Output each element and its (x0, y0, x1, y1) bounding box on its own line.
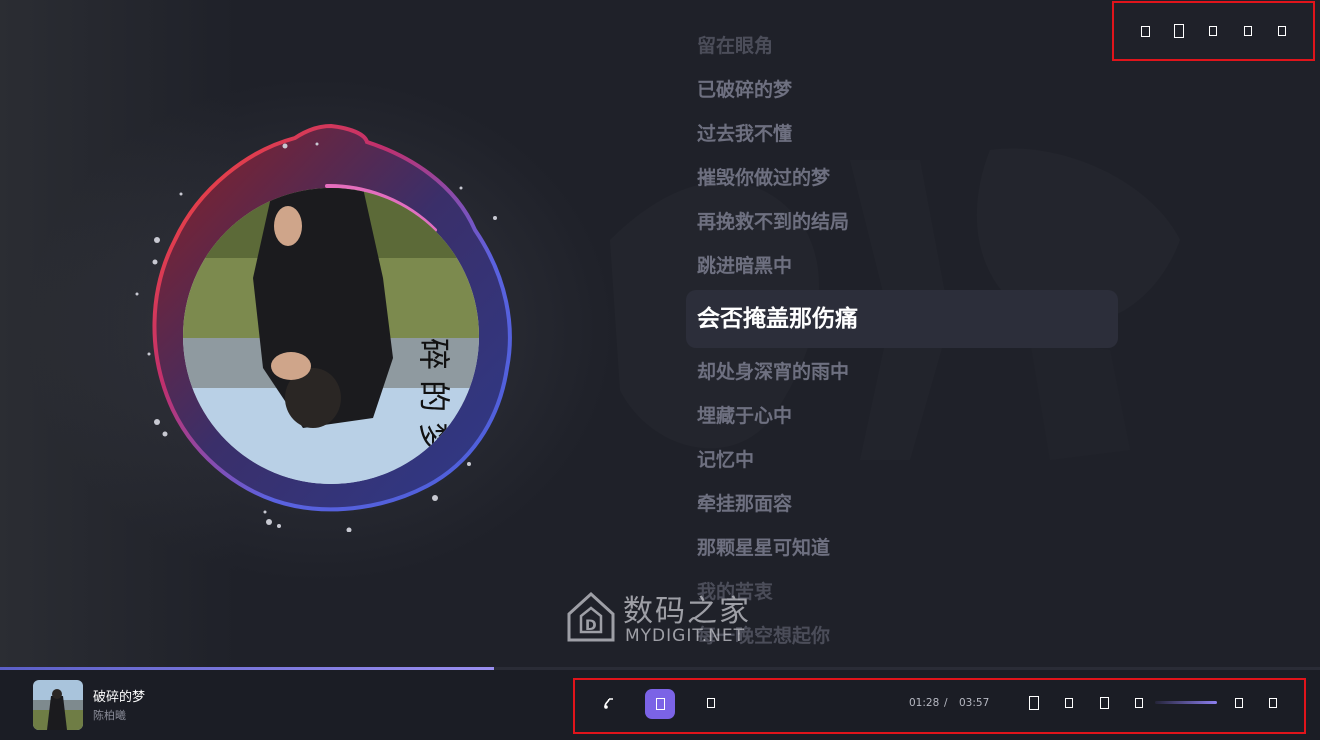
lyric-line[interactable]: 已破碎的梦 (686, 68, 1118, 112)
volume-icon (1135, 698, 1143, 708)
play-button[interactable] (645, 689, 675, 719)
watermark-house-icon: D (567, 591, 615, 642)
time-separator: / (944, 697, 948, 709)
lyrics-icon[interactable] (601, 695, 617, 711)
album-cover: 碎 的 梦 (183, 188, 479, 484)
album-cover-art: 碎 的 梦 (183, 188, 479, 484)
playlist-button[interactable] (1095, 694, 1113, 712)
svg-text:D: D (585, 618, 597, 634)
next-icon (707, 698, 715, 708)
duration: 03:57 (959, 697, 990, 709)
lyrics-panel: 留在眼角 已破碎的梦 过去我不懂 摧毁你做过的梦 再挽救不到的结局 跳进暗黑中 … (686, 24, 1118, 664)
thumbnail-art (33, 680, 83, 730)
more-button[interactable] (1265, 695, 1281, 711)
lyric-line[interactable]: 却处身深宵的雨中 (686, 350, 1118, 394)
svg-text:碎 的 梦: 碎 的 梦 (415, 338, 453, 454)
minimize-icon[interactable] (1204, 22, 1222, 40)
loop-icon (1065, 698, 1073, 708)
watermark-logo: D 数码之家 MYDIGIT.NET (565, 590, 765, 646)
lyric-line[interactable]: 牵挂那面容 (686, 482, 1118, 526)
watermark-title: 数码之家 (623, 594, 751, 629)
maximize-icon[interactable] (1239, 22, 1257, 40)
volume-slider[interactable] (1155, 701, 1217, 704)
lyric-line[interactable]: 过去我不懂 (686, 112, 1118, 156)
watermark-subtitle: MYDIGIT.NET (625, 626, 745, 646)
settings-icon (1235, 698, 1243, 708)
next-button[interactable] (703, 695, 719, 711)
more-icon (1269, 698, 1277, 708)
mini-player-icon[interactable] (1136, 22, 1154, 40)
now-playing-thumbnail[interactable] (33, 680, 83, 730)
lyric-line[interactable]: 那颗星星可知道 (686, 526, 1118, 570)
lyric-line[interactable]: 再挽救不到的结局 (686, 200, 1118, 244)
lyric-line[interactable]: 摧毁你做过的梦 (686, 156, 1118, 200)
lyric-line[interactable]: 埋藏于心中 (686, 394, 1118, 438)
loop-button[interactable] (1061, 695, 1077, 711)
lyric-line-active[interactable]: 会否掩盖那伤痛 (686, 290, 1118, 348)
favorite-icon (1029, 696, 1039, 710)
now-playing-title[interactable]: 破碎的梦 (93, 686, 145, 705)
fullscreen-icon[interactable] (1170, 22, 1188, 40)
playback-controls: 01:28 / 03:57 (573, 678, 1306, 734)
volume-button[interactable] (1131, 695, 1147, 711)
player-bar: 破碎的梦 陈柏曦 01:28 / 03:57 (0, 670, 1320, 740)
close-icon[interactable] (1273, 22, 1291, 40)
favorite-button[interactable] (1025, 694, 1043, 712)
lyric-line[interactable]: 留在眼角 (686, 24, 1118, 68)
settings-button[interactable] (1231, 695, 1247, 711)
play-icon (655, 698, 665, 710)
current-time: 01:28 (909, 697, 940, 709)
lyric-line[interactable]: 记忆中 (686, 438, 1118, 482)
playlist-icon (1099, 697, 1109, 709)
now-playing-artist[interactable]: 陈柏曦 (93, 707, 126, 723)
lyric-line[interactable]: 跳进暗黑中 (686, 244, 1118, 288)
album-disc: 碎 的 梦 (135, 122, 515, 532)
window-controls (1112, 1, 1315, 61)
